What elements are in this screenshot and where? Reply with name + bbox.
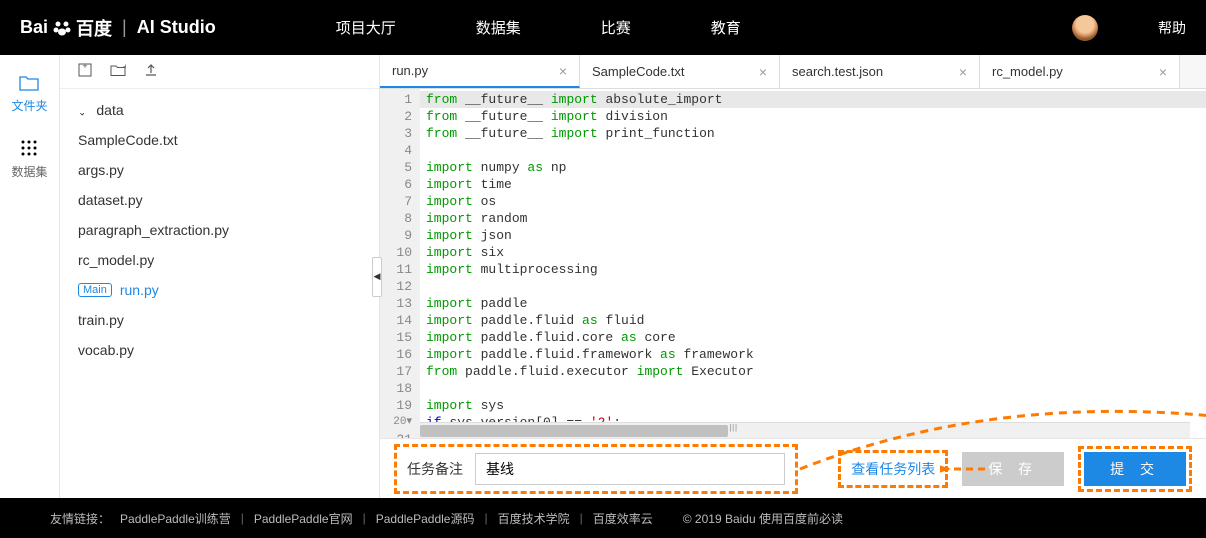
tab-search[interactable]: search.test.json× [780, 55, 980, 88]
header-right: 帮助 [1072, 15, 1186, 41]
remark-label: 任务备注 [407, 459, 463, 479]
file-train[interactable]: train.py [60, 305, 379, 335]
bottom-bar: 任务备注 查看任务列表 保 存 提 交 [380, 438, 1206, 498]
rail-item-files[interactable]: 文件夹 [11, 75, 47, 114]
collapse-sidebar-handle[interactable]: ◀ [372, 257, 382, 297]
close-icon[interactable]: × [759, 64, 767, 80]
scrollbar-thumb[interactable] [420, 425, 728, 437]
new-file-icon[interactable]: + [78, 63, 92, 80]
folder-data[interactable]: data [60, 95, 379, 125]
file-vocab[interactable]: vocab.py [60, 335, 379, 365]
footer-copyright: © 2019 Baidu 使用百度前必读 [683, 510, 843, 527]
code-editor[interactable]: 1234567891011121314151617181920▾21222324… [380, 89, 1206, 438]
new-folder-icon[interactable]: + [110, 63, 126, 80]
submit-highlight: 提 交 [1078, 446, 1192, 492]
close-icon[interactable]: × [959, 64, 967, 80]
file-run[interactable]: Main run.py [60, 275, 379, 305]
rail-label-datasets: 数据集 [11, 163, 47, 180]
logo[interactable]: Bai 百度 | AI Studio [20, 15, 216, 41]
top-nav: 项目大厅 数据集 比赛 教育 [336, 17, 1072, 38]
footer-label: 友情链接： [50, 510, 110, 527]
file-dataset[interactable]: dataset.py [60, 185, 379, 215]
paw-icon [52, 18, 72, 38]
rail-item-datasets[interactable]: 数据集 [11, 139, 47, 180]
nav-projects[interactable]: 项目大厅 [336, 17, 396, 38]
file-samplecode[interactable]: SampleCode.txt [60, 125, 379, 155]
footer-link-2[interactable]: PaddlePaddle源码 [376, 510, 475, 527]
horizontal-scrollbar[interactable] [420, 422, 1190, 438]
svg-text:+: + [123, 63, 126, 71]
main-badge: Main [78, 283, 112, 297]
file-args[interactable]: args.py [60, 155, 379, 185]
nav-contests[interactable]: 比赛 [601, 17, 631, 38]
help-link[interactable]: 帮助 [1158, 18, 1186, 38]
svg-text:+: + [82, 63, 87, 71]
tab-run[interactable]: run.py× [380, 55, 580, 88]
folder-icon [19, 75, 39, 91]
file-sidebar: + + data SampleCode.txt args.py dataset.… [60, 55, 380, 498]
file-list: data SampleCode.txt args.py dataset.py p… [60, 89, 379, 371]
nav-datasets[interactable]: 数据集 [476, 17, 521, 38]
code-content[interactable]: from __future__ import absolute_importfr… [420, 89, 1206, 438]
remark-highlight: 任务备注 [394, 444, 798, 494]
grid-icon [20, 139, 38, 157]
footer-link-1[interactable]: PaddlePaddle官网 [254, 510, 353, 527]
editor-area: ◀ run.py× SampleCode.txt× search.test.js… [380, 55, 1206, 498]
submit-button[interactable]: 提 交 [1084, 452, 1186, 486]
left-rail: 文件夹 数据集 [0, 55, 60, 498]
close-icon[interactable]: × [559, 63, 567, 79]
editor-tabs: run.py× SampleCode.txt× search.test.json… [380, 55, 1206, 89]
footer-link-3[interactable]: 百度技术学院 [498, 510, 570, 527]
footer: 友情链接： PaddlePaddle训练营| PaddlePaddle官网| P… [0, 498, 1206, 538]
footer-link-4[interactable]: 百度效率云 [593, 510, 653, 527]
logo-studio: AI Studio [137, 17, 216, 38]
upload-icon[interactable] [144, 63, 158, 80]
tab-rcmodel[interactable]: rc_model.py× [980, 55, 1180, 88]
line-gutter: 1234567891011121314151617181920▾21222324 [380, 89, 420, 438]
logo-text-bai: Bai [20, 17, 48, 38]
file-run-label: run.py [120, 282, 159, 298]
tab-samplecode[interactable]: SampleCode.txt× [580, 55, 780, 88]
remark-input[interactable] [475, 453, 785, 485]
sidebar-toolbar: + + [60, 55, 379, 89]
file-rcmodel[interactable]: rc_model.py [60, 245, 379, 275]
rail-label-files: 文件夹 [11, 97, 47, 114]
header: Bai 百度 | AI Studio 项目大厅 数据集 比赛 教育 帮助 [0, 0, 1206, 55]
view-task-list-link[interactable]: 查看任务列表 [851, 461, 935, 477]
nav-education[interactable]: 教育 [711, 17, 741, 38]
footer-link-0[interactable]: PaddlePaddle训练营 [120, 510, 231, 527]
save-button[interactable]: 保 存 [962, 452, 1064, 486]
avatar[interactable] [1072, 15, 1098, 41]
close-icon[interactable]: × [1159, 64, 1167, 80]
workspace: 文件夹 数据集 + + data SampleCode.txt args.py … [0, 55, 1206, 498]
logo-text-du: 百度 [76, 15, 112, 41]
logo-separator: | [122, 17, 127, 38]
task-link-highlight: 查看任务列表 [838, 450, 948, 488]
file-paragraph[interactable]: paragraph_extraction.py [60, 215, 379, 245]
